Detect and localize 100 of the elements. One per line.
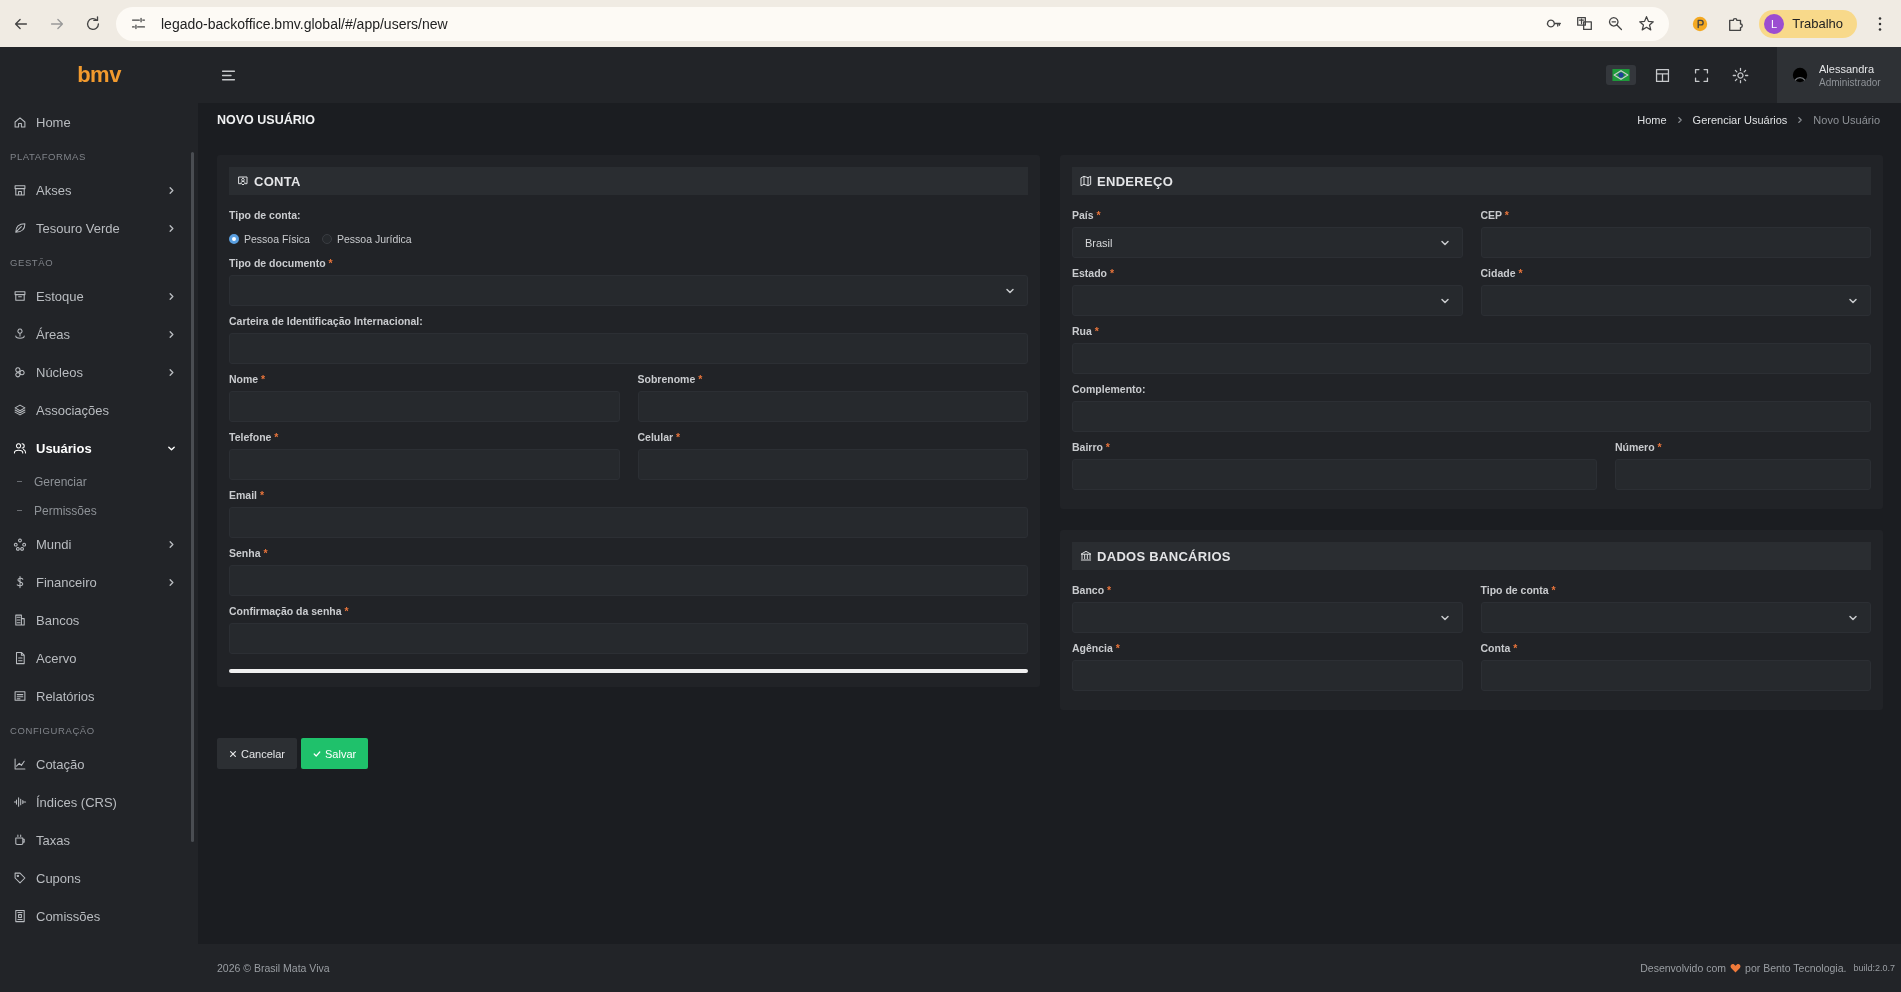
flag-button[interactable] bbox=[1606, 65, 1636, 85]
sidebar-item[interactable]: Índices (CRS) bbox=[0, 783, 198, 821]
logo: bmv bbox=[77, 62, 121, 88]
id-icon bbox=[237, 175, 249, 187]
report-icon bbox=[13, 689, 27, 703]
field-label: Número * bbox=[1614, 441, 1663, 453]
select-field[interactable] bbox=[1480, 602, 1871, 633]
sidebar-item[interactable]: Akses bbox=[0, 171, 198, 209]
field-label: Estado * bbox=[1072, 267, 1116, 279]
user-name: Alessandra bbox=[1819, 62, 1876, 75]
field-label: Telefone * bbox=[229, 431, 280, 443]
field-label: Agência * bbox=[1072, 642, 1121, 654]
sidebar-item[interactable]: Cotação bbox=[0, 745, 198, 783]
breadcrumb[interactable]: Home bbox=[1637, 114, 1667, 126]
card-title: CONTA bbox=[254, 173, 301, 189]
field-label: Nome * bbox=[229, 373, 267, 385]
field-label: Tipo de conta * bbox=[1480, 584, 1557, 596]
sidebar-item[interactable]: Tesouro Verde bbox=[0, 209, 198, 247]
breadcrumb[interactable]: Gerenciar Usuários bbox=[1692, 114, 1788, 126]
sidebar-item[interactable]: Estoque bbox=[0, 277, 198, 315]
field-label: CEP * bbox=[1480, 209, 1510, 221]
receipt-icon bbox=[13, 909, 27, 923]
check-icon bbox=[313, 749, 322, 758]
pin-icon bbox=[13, 327, 27, 341]
radio-option[interactable]: Pessoa Jurídica bbox=[321, 233, 412, 245]
breadcrumb: Novo Usuário bbox=[1813, 114, 1880, 126]
radio-option[interactable]: Pessoa Física bbox=[229, 233, 310, 245]
field-label: Celular * bbox=[637, 431, 682, 443]
field-label: Senha * bbox=[229, 547, 269, 559]
field-label: Complemento: bbox=[1072, 383, 1147, 395]
page-title: NOVO USUÁRIO bbox=[217, 113, 315, 127]
sidebar-item[interactable]: Mundi bbox=[0, 525, 198, 563]
tag-icon bbox=[13, 871, 27, 885]
sidebar-item[interactable]: Acervo bbox=[0, 639, 198, 677]
store-icon bbox=[13, 183, 27, 197]
section-heading: PLATAFORMAS bbox=[9, 150, 87, 164]
user-avatar-icon bbox=[1791, 66, 1809, 84]
avatar: L bbox=[1764, 13, 1785, 34]
build-version: build:2.0.7 bbox=[1853, 963, 1895, 973]
network-icon bbox=[13, 537, 27, 551]
field-label: Rua * bbox=[1072, 325, 1100, 337]
nodes-icon bbox=[13, 365, 27, 379]
url-text: legado-backoffice.bmv.global/#/app/users/new bbox=[161, 15, 448, 32]
field-label: Conta * bbox=[1480, 642, 1519, 654]
field-label: Confirmação da senha * bbox=[229, 605, 350, 617]
map-icon bbox=[1080, 175, 1092, 187]
cancel-button[interactable]: Cancelar bbox=[217, 738, 298, 769]
sidebar-item[interactable]: Bancos bbox=[0, 601, 198, 639]
scrollbar[interactable] bbox=[191, 152, 194, 842]
sidebar-item[interactable]: Taxas bbox=[0, 821, 198, 859]
select-field[interactable] bbox=[1072, 285, 1463, 316]
translate-icon[interactable] bbox=[1576, 15, 1594, 32]
section-heading: CONFIGURAÇÃO bbox=[9, 724, 96, 738]
field-label: Carteira de Identificação Internacional: bbox=[229, 315, 424, 327]
sidebar-item[interactable]: Núcleos bbox=[0, 353, 198, 391]
select-field[interactable] bbox=[229, 275, 1028, 306]
field-label: Tipo de documento * bbox=[229, 257, 334, 269]
field-label: Tipo de conta: bbox=[229, 209, 302, 221]
heart-icon bbox=[1730, 963, 1742, 973]
card-title: ENDEREÇO bbox=[1097, 173, 1174, 189]
field-label: País * bbox=[1072, 209, 1102, 221]
sidebar-item[interactable]: Cupons bbox=[0, 859, 198, 897]
file-icon bbox=[13, 651, 27, 665]
select-field[interactable] bbox=[1072, 602, 1463, 633]
leaf-icon bbox=[13, 221, 27, 235]
select-field[interactable] bbox=[1480, 285, 1871, 316]
credit-text: por Bento Tecnologia. bbox=[1745, 962, 1847, 974]
sidebar-item[interactable]: Financeiro bbox=[0, 563, 198, 601]
copyright-text: 2026 © Brasil Mata Viva bbox=[217, 962, 330, 974]
chevron-icon bbox=[1796, 116, 1805, 124]
sidebar-item[interactable]: Home bbox=[0, 103, 198, 141]
chevron-icon bbox=[1675, 116, 1684, 124]
flag-icon bbox=[1612, 69, 1630, 81]
sidebar-item[interactable]: Áreas bbox=[0, 315, 198, 353]
sidebar-item[interactable]: Comissões bbox=[0, 897, 198, 935]
star-icon[interactable] bbox=[1638, 15, 1656, 32]
pulse-icon bbox=[13, 795, 27, 809]
field-label: Cidade * bbox=[1480, 267, 1524, 279]
submenu-item[interactable]: Gerenciar bbox=[0, 467, 198, 496]
sidebar-item[interactable]: Associações bbox=[0, 391, 198, 429]
address-bar[interactable]: legado-backoffice.bmv.global/#/app/users/new bbox=[116, 6, 1670, 41]
site-settings-icon[interactable] bbox=[130, 15, 147, 32]
user-menu[interactable]: Alessandra Administrador bbox=[1777, 47, 1901, 103]
zoom-icon[interactable] bbox=[1607, 15, 1625, 32]
user-role: Administrador bbox=[1819, 76, 1881, 88]
field-label: Email * bbox=[229, 489, 266, 501]
submenu-item[interactable]: Permissões bbox=[0, 496, 198, 525]
layers-icon bbox=[13, 403, 27, 417]
field-label: Bairro * bbox=[1072, 441, 1111, 453]
field-label: Sobrenome * bbox=[637, 373, 704, 385]
section-heading: GESTÃO bbox=[9, 256, 55, 270]
chart-icon bbox=[13, 757, 27, 771]
profile-button[interactable]: L Trabalho bbox=[1759, 9, 1857, 38]
select-field[interactable]: Brasil bbox=[1072, 227, 1463, 258]
close-icon bbox=[229, 749, 237, 758]
sidebar-item[interactable]: Usuários bbox=[0, 429, 198, 467]
archive-icon bbox=[13, 289, 27, 303]
sidebar-item[interactable]: Relatórios bbox=[0, 677, 198, 715]
cup-icon bbox=[13, 833, 27, 847]
field-label: Banco * bbox=[1072, 584, 1113, 596]
